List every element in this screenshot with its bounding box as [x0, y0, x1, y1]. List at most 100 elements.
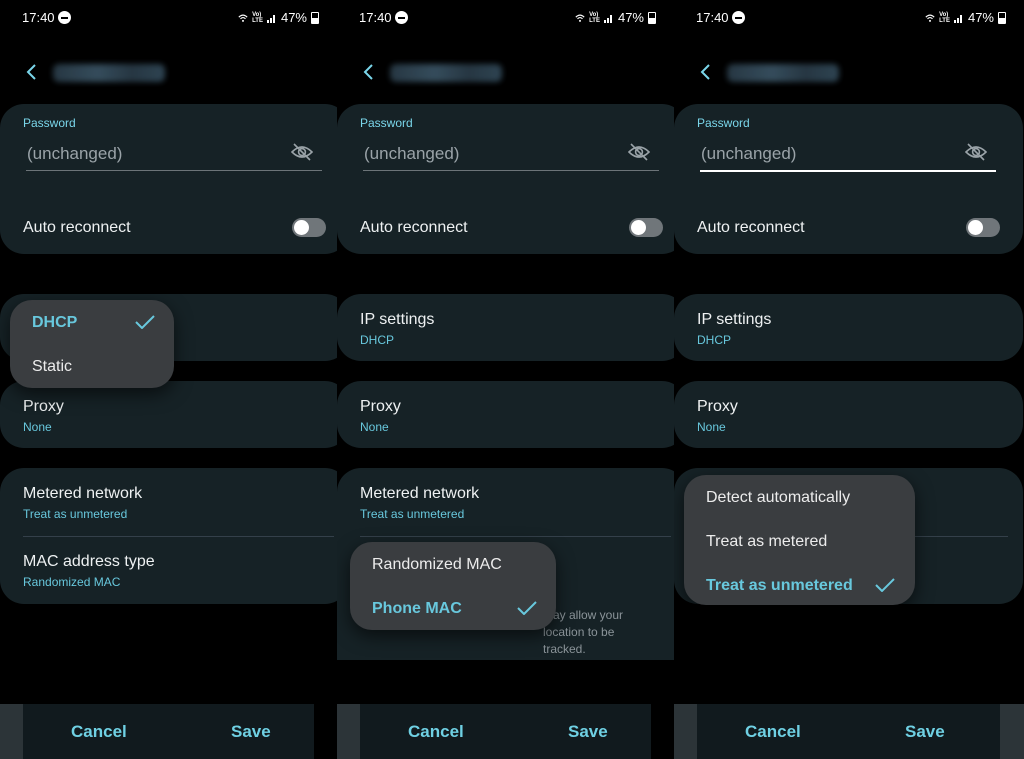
battery-icon: [311, 11, 319, 24]
status-bar: 17:40 Vo) LTE 47%: [359, 9, 656, 27]
menu-option-treat-as-metered[interactable]: Treat as metered: [706, 533, 827, 551]
proxy-value: None: [697, 420, 726, 434]
auto-reconnect-label: Auto reconnect: [360, 219, 468, 236]
network-name-blurred: [390, 64, 502, 82]
screen-mac-menu: 17:40 Vo) LTE 47% Password (unchanged) Au…: [337, 0, 674, 759]
nav-edge: [674, 704, 697, 759]
proxy-label: Proxy: [697, 398, 738, 415]
password-field[interactable]: (unchanged): [701, 144, 796, 164]
save-button[interactable]: Save: [568, 722, 608, 742]
password-underline: [363, 170, 659, 171]
battery-percent: 47%: [280, 10, 307, 25]
status-time: 17:40: [359, 10, 392, 25]
password-card: Password (unchanged) Auto reconnect: [0, 104, 337, 254]
ip-settings-row[interactable]: IP settings DHCP: [674, 294, 1023, 361]
status-time: 17:40: [696, 10, 729, 25]
signal-icon: [953, 14, 962, 23]
password-label: Password: [697, 116, 750, 130]
wifi-icon: [925, 14, 935, 22]
metered-label[interactable]: Metered network: [360, 485, 479, 503]
divider: [23, 536, 334, 537]
proxy-row[interactable]: Proxy None: [0, 381, 337, 448]
menu-option-randomized-mac[interactable]: Randomized MAC: [372, 556, 502, 574]
back-arrow-icon[interactable]: [696, 62, 716, 82]
network-name-blurred: [53, 64, 165, 82]
menu-option-treat-as-unmetered[interactable]: Treat as unmetered: [706, 577, 853, 595]
eye-off-icon[interactable]: [628, 143, 650, 161]
password-card: Password (unchanged) Auto reconnect: [674, 104, 1023, 254]
metered-value: Treat as unmetered: [23, 507, 128, 521]
check-icon: [517, 601, 537, 615]
proxy-row[interactable]: Proxy None: [337, 381, 674, 448]
auto-reconnect-label: Auto reconnect: [697, 219, 805, 236]
battery-icon: [998, 11, 1006, 24]
ip-settings-label: IP settings: [697, 311, 772, 328]
password-label: Password: [360, 116, 413, 130]
password-card: Password (unchanged) Auto reconnect: [337, 104, 674, 254]
cancel-button[interactable]: Cancel: [71, 722, 127, 742]
menu-option-phone-mac[interactable]: Phone MAC: [372, 600, 462, 618]
auto-reconnect-label: Auto reconnect: [23, 219, 131, 236]
eye-off-icon[interactable]: [291, 143, 313, 161]
password-field[interactable]: (unchanged): [364, 144, 459, 164]
battery-percent: 47%: [617, 10, 644, 25]
ip-settings-menu: DHCP Static: [10, 300, 174, 388]
auto-reconnect-toggle[interactable]: [966, 218, 1000, 237]
check-icon: [875, 578, 895, 592]
do-not-disturb-icon: [395, 11, 408, 24]
metered-mac-card: Metered network Treat as unmetered MAC a…: [0, 468, 337, 604]
wifi-icon: [575, 14, 585, 22]
password-underline: [700, 170, 996, 172]
auto-reconnect-toggle[interactable]: [292, 218, 326, 237]
bottom-bar: Cancel Save: [360, 704, 651, 759]
back-arrow-icon[interactable]: [22, 62, 42, 82]
menu-option-dhcp[interactable]: DHCP: [32, 314, 77, 332]
battery-icon: [648, 11, 656, 24]
save-button[interactable]: Save: [905, 722, 945, 742]
metered-network-menu: Detect automatically Treat as metered Tr…: [684, 475, 915, 605]
proxy-value: None: [360, 420, 389, 434]
divider: [360, 536, 671, 537]
menu-option-detect-automatically[interactable]: Detect automatically: [706, 489, 850, 507]
metered-value: Treat as unmetered: [360, 507, 465, 521]
mac-type-menu: Randomized MAC Phone MAC: [350, 542, 556, 630]
save-button[interactable]: Save: [231, 722, 271, 742]
mac-type-value: Randomized MAC: [23, 575, 121, 589]
cancel-button[interactable]: Cancel: [745, 722, 801, 742]
proxy-label: Proxy: [23, 398, 64, 415]
password-field[interactable]: (unchanged): [27, 144, 122, 164]
screen-metered-menu: 17:40 Vo) LTE 47% Password (unchanged) Au…: [674, 0, 1024, 759]
eye-off-icon[interactable]: [965, 143, 987, 161]
volte-icon: Vo) LTE: [939, 11, 950, 24]
proxy-row[interactable]: Proxy None: [674, 381, 1023, 448]
do-not-disturb-icon: [732, 11, 745, 24]
bottom-bar: Cancel Save: [697, 704, 1000, 759]
battery-percent: 47%: [967, 10, 994, 25]
metered-label[interactable]: Metered network: [23, 485, 142, 503]
status-bar: 17:40 Vo) LTE 47%: [696, 9, 1006, 27]
auto-reconnect-toggle[interactable]: [629, 218, 663, 237]
nav-edge: [1000, 704, 1024, 759]
signal-icon: [266, 14, 275, 23]
menu-option-static[interactable]: Static: [32, 358, 72, 376]
mac-privacy-note: may allow your location to be tracked.: [543, 608, 624, 656]
nav-edge: [0, 704, 23, 759]
mac-type-label[interactable]: MAC address type: [23, 553, 155, 571]
ip-settings-value: DHCP: [697, 333, 732, 347]
do-not-disturb-icon: [58, 11, 71, 24]
proxy-label: Proxy: [360, 398, 401, 415]
screen-ip-menu: 17:40 Vo) LTE 47% Password (unchanged) Au…: [0, 0, 337, 759]
ip-settings-row[interactable]: IP settings DHCP: [337, 294, 674, 361]
volte-icon: Vo) LTE: [252, 11, 263, 24]
ip-settings-value: DHCP: [360, 333, 395, 347]
wifi-icon: [238, 14, 248, 22]
signal-icon: [603, 14, 612, 23]
password-underline: [26, 170, 322, 171]
back-arrow-icon[interactable]: [359, 62, 379, 82]
status-time: 17:40: [22, 10, 55, 25]
password-label: Password: [23, 116, 76, 130]
network-name-blurred: [727, 64, 839, 82]
proxy-value: None: [23, 420, 52, 434]
nav-edge: [337, 704, 360, 759]
cancel-button[interactable]: Cancel: [408, 722, 464, 742]
